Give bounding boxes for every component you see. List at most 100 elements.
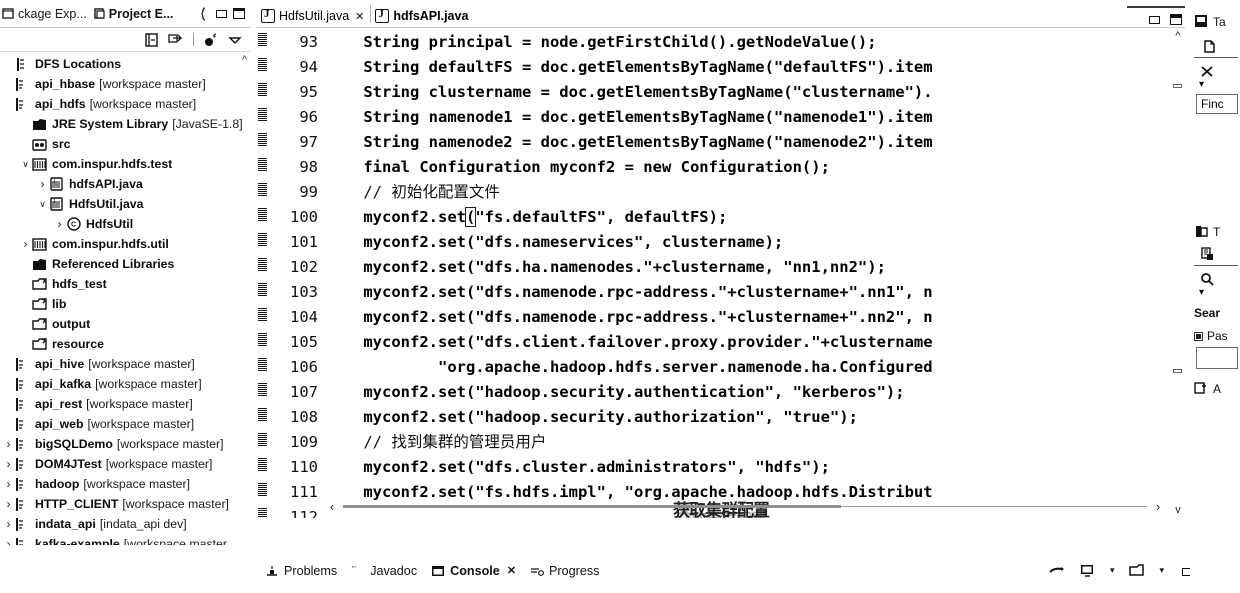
tab-problems[interactable]: Problems bbox=[265, 564, 337, 578]
tab-javadoc[interactable]: ''' Javadoc bbox=[351, 564, 417, 578]
close-icon[interactable]: ✕ bbox=[355, 10, 364, 23]
code-line[interactable]: myconf2.set("dfs.ha.namenodes."+clustern… bbox=[324, 255, 1185, 280]
close-icon[interactable]: ✕ bbox=[507, 564, 516, 577]
code-line[interactable]: String clustername = doc.getElementsByTa… bbox=[324, 80, 1185, 105]
maximize-window-button[interactable] bbox=[1170, 14, 1182, 25]
open-console-icon[interactable] bbox=[1128, 563, 1145, 579]
tree-item-http-client[interactable]: › HTTP_CLIENT [workspace master] bbox=[0, 494, 251, 514]
project-tree[interactable]: ^ DFS Locations api_hbase [workspace maste… bbox=[0, 52, 251, 545]
editor-tab-hdfsutil[interactable]: HdfsUtil.java ✕ bbox=[257, 6, 370, 27]
tree-item-hadoop[interactable]: › hadoop [workspace master] bbox=[0, 474, 251, 494]
tree-item-lib[interactable]: lib bbox=[0, 294, 251, 314]
chevron-down-icon[interactable]: ∨ bbox=[19, 159, 32, 170]
tab-console[interactable]: Console ✕ bbox=[431, 564, 516, 578]
tree-item-jre-system-library[interactable]: JRE System Library [JavaSE-1.8] bbox=[0, 114, 251, 134]
chevron-right-icon[interactable]: › bbox=[2, 437, 15, 451]
code-line[interactable]: myconf2.set("hadoop.security.authenticat… bbox=[324, 380, 1185, 405]
scroll-up-arrow[interactable]: ^ bbox=[1175, 30, 1180, 42]
tree-item-indata-api[interactable]: › indata_api [indata_api dev] bbox=[0, 514, 251, 534]
code-line[interactable]: myconf2.set("dfs.namenode.rpc-address."+… bbox=[324, 280, 1185, 305]
maximize-view-icon[interactable] bbox=[230, 8, 251, 19]
chevron-right-icon[interactable]: › bbox=[19, 237, 32, 251]
task-list-row[interactable]: Ta bbox=[1190, 14, 1240, 29]
view-menu-icon[interactable] bbox=[198, 6, 213, 21]
tree-item-hdfsutil-java[interactable]: ∨ J HdfsUtil.java bbox=[0, 194, 251, 214]
tree-item-api-hdfs[interactable]: api_hdfs [workspace master] bbox=[0, 94, 251, 114]
code-line[interactable]: myconf2.set("hadoop.security.authorizati… bbox=[324, 405, 1185, 430]
tree-item-api-web[interactable]: api_web [workspace master] bbox=[0, 414, 251, 434]
find-button[interactable]: Finc bbox=[1196, 94, 1238, 114]
overview-ruler[interactable] bbox=[1172, 44, 1184, 504]
add-row[interactable]: A bbox=[1190, 381, 1240, 396]
chevron-right-icon[interactable]: › bbox=[36, 177, 49, 191]
tree-item-resource[interactable]: resource bbox=[0, 334, 251, 354]
tree-item-dfs-locations[interactable]: DFS Locations bbox=[0, 54, 251, 74]
code-line[interactable]: // 找到集群的管理员用户 bbox=[324, 430, 1185, 455]
code-line[interactable]: String namenode1 = doc.getElementsByTagN… bbox=[324, 105, 1185, 130]
filter-row[interactable] bbox=[1190, 64, 1240, 79]
code-line[interactable]: myconf2.set("dfs.cluster.administrators"… bbox=[324, 455, 1185, 480]
scroll-right-arrow[interactable]: › bbox=[1151, 499, 1165, 514]
copy-row[interactable] bbox=[1190, 247, 1240, 262]
code-line[interactable]: String defaultFS = doc.getElementsByTagN… bbox=[324, 55, 1185, 80]
code-area[interactable]: 93 94 95 96 97 98 99 100 101 102 103 104 105 106 107 10… bbox=[257, 28, 1185, 518]
chevron-right-icon[interactable]: › bbox=[2, 457, 15, 471]
password-checkbox-row[interactable]: Paѕ bbox=[1190, 329, 1240, 343]
code-line[interactable]: String principal = node.getFirstChild().… bbox=[324, 30, 1185, 55]
tree-item-bigsqldemo[interactable]: › bigSQLDemo [workspace master] bbox=[0, 434, 251, 454]
code-line[interactable]: String namenode2 = doc.getElementsByTagN… bbox=[324, 130, 1185, 155]
search-input[interactable] bbox=[1196, 347, 1238, 369]
hscroll-track[interactable] bbox=[343, 504, 1147, 508]
chevron-right-icon[interactable]: › bbox=[53, 217, 66, 231]
scroll-left-arrow[interactable]: ‹ bbox=[325, 499, 339, 514]
code-line[interactable]: myconf2.set("dfs.nameservices", clustern… bbox=[324, 230, 1185, 255]
link-with-editor-icon[interactable] bbox=[168, 32, 184, 48]
source-code[interactable]: String principal = node.getFirstChild().… bbox=[324, 28, 1185, 518]
code-line[interactable]: final Configuration myconf2 = new Config… bbox=[324, 155, 1185, 180]
tree-item-hdfsapi-java[interactable]: › JhdfsAPI.java bbox=[0, 174, 251, 194]
code-line[interactable]: myconf2.set("dfs.client.failover.proxy.p… bbox=[324, 330, 1185, 355]
display-selected-console-caret[interactable]: ▾ bbox=[1110, 565, 1115, 576]
terminate-icon[interactable] bbox=[1048, 563, 1065, 579]
chevron-down-icon[interactable]: ∨ bbox=[36, 199, 49, 210]
tree-scroll-up-arrow[interactable]: ^ bbox=[242, 54, 247, 66]
code-line[interactable]: myconf2.set("dfs.namenode.rpc-address."+… bbox=[324, 305, 1185, 330]
view-menu-chevron-icon[interactable] bbox=[227, 32, 243, 48]
minimize-view-icon[interactable] bbox=[213, 9, 230, 18]
new-task-row[interactable] bbox=[1190, 39, 1240, 54]
tree-item-dom4jtest[interactable]: › DOM4JTest [workspace master] bbox=[0, 454, 251, 474]
tree-item-api-hbase[interactable]: api_hbase [workspace master] bbox=[0, 74, 251, 94]
tree-item-output[interactable]: output bbox=[0, 314, 251, 334]
focus-on-active-task-icon[interactable] bbox=[203, 32, 219, 48]
tree-item-com-inspur-hdfs-test[interactable]: ∨ com.inspur.hdfs.test bbox=[0, 154, 251, 174]
overview-mark[interactable] bbox=[1173, 369, 1182, 373]
checkbox-icon[interactable] bbox=[1194, 331, 1203, 341]
tree-item-src[interactable]: src bbox=[0, 134, 251, 154]
quick-search-row[interactable] bbox=[1190, 272, 1240, 287]
tab-package-explorer[interactable]: ckage Exp... bbox=[0, 7, 91, 21]
quick-search-caret[interactable]: ▾ bbox=[1190, 287, 1240, 298]
marker-bar[interactable] bbox=[257, 28, 269, 518]
collapse-all-icon[interactable] bbox=[144, 32, 160, 48]
tree-item-api-rest[interactable]: api_rest [workspace master] bbox=[0, 394, 251, 414]
tree-item-api-kafka[interactable]: api_kafka [workspace master] bbox=[0, 374, 251, 394]
view-menu-caret[interactable]: ▾ bbox=[1190, 79, 1240, 90]
chevron-right-icon[interactable]: › bbox=[2, 477, 15, 491]
overview-mark[interactable] bbox=[1173, 84, 1182, 88]
tab-project-explorer[interactable]: Project E... bbox=[91, 7, 178, 21]
chevron-right-icon[interactable]: › bbox=[2, 537, 15, 545]
editor-horizontal-scrollbar[interactable]: ‹ › bbox=[325, 496, 1165, 516]
minimize-window-button[interactable] bbox=[1149, 15, 1160, 24]
tree-item-hdfs-test[interactable]: hdfs_test bbox=[0, 274, 251, 294]
display-selected-console-icon[interactable] bbox=[1079, 563, 1096, 579]
open-console-caret[interactable]: ▾ bbox=[1159, 565, 1164, 576]
chevron-right-icon[interactable]: › bbox=[2, 517, 15, 531]
tree-item-api-hive[interactable]: api_hive [workspace master] bbox=[0, 354, 251, 374]
editor-tab-hdfsapi[interactable]: hdfsAPI.java bbox=[371, 6, 474, 27]
tab-progress[interactable]: Progress bbox=[530, 564, 599, 578]
code-line[interactable]: "org.apache.hadoop.hdfs.server.namenode.… bbox=[324, 355, 1185, 380]
code-line[interactable]: // 初始化配置文件 bbox=[324, 180, 1185, 205]
tree-item-hdfsutil[interactable]: › C HdfsUtil bbox=[0, 214, 251, 234]
tree-item-kafka-example[interactable]: › kafka-example [workspace master bbox=[0, 534, 251, 545]
chevron-right-icon[interactable]: › bbox=[2, 497, 15, 511]
